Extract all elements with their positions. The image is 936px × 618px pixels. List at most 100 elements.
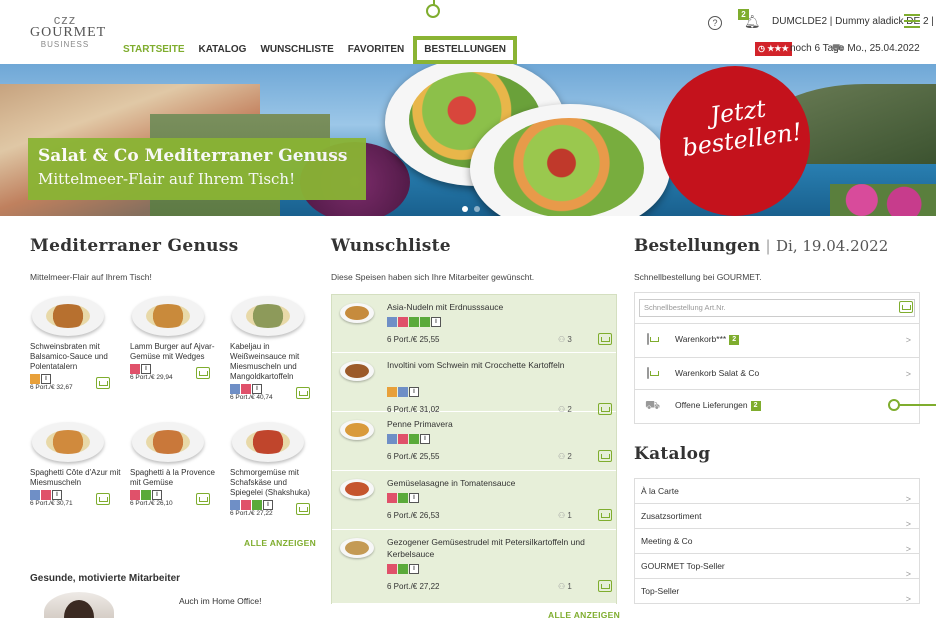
wishlist-item[interactable]: Gemüselasagne in Tomatensauce i 6 Port./€ …	[332, 471, 616, 530]
info-icon[interactable]: i	[52, 490, 62, 500]
info-icon[interactable]: i	[409, 493, 419, 503]
delivery-date[interactable]: ⛟ Mo., 25.04.2022	[832, 43, 920, 56]
product-image[interactable]	[132, 296, 204, 336]
help-icon[interactable]: ?	[708, 16, 722, 30]
catalog-panel: À la Carte > Zusatzsortiment > Meeting & Co >…	[634, 478, 920, 604]
nav-katalog[interactable]: KATALOG	[191, 36, 253, 64]
add-to-cart-icon[interactable]	[296, 387, 310, 399]
add-to-cart-icon[interactable]	[598, 580, 612, 592]
order-row-offene-lieferungen[interactable]: ⛟ Offene Lieferungen 2	[635, 389, 919, 421]
add-to-cart-icon[interactable]	[196, 367, 210, 379]
product-image[interactable]	[32, 296, 104, 336]
deadline-timer-badge: ◷ ★★★	[755, 42, 792, 56]
vote-count: 1	[567, 511, 572, 520]
order-row-label: Warenkorb Salat & Co	[675, 368, 760, 378]
catalog-row[interactable]: GOURMET Top-Seller >	[635, 554, 919, 579]
product-image[interactable]	[232, 422, 304, 462]
catalog-row-label: Top-Seller	[641, 586, 680, 596]
mediterran-show-all-link[interactable]: ALLE ANZEIGEN	[244, 538, 316, 548]
product-name[interactable]: Kabeljau in Weißweinsauce mit Miesmusche…	[230, 342, 322, 382]
wishlist-item[interactable]: Penne Primavera i 6 Port./€ 25,55 ⚇ 2	[332, 412, 616, 471]
carousel-dots	[462, 206, 480, 212]
carousel-dot[interactable]	[474, 206, 480, 212]
add-to-cart-icon[interactable]	[598, 509, 612, 521]
product-image[interactable]	[32, 422, 104, 462]
info-icon[interactable]: i	[409, 387, 419, 397]
catalog-row[interactable]: Zusatzsortiment >	[635, 504, 919, 529]
order-row-warenkorb[interactable]: Warenkorb*** 2 >	[635, 323, 919, 355]
blue-label-icon	[230, 384, 240, 394]
info-icon[interactable]: i	[431, 317, 441, 327]
nav-bestellungen[interactable]: BESTELLUNGEN	[413, 36, 517, 64]
quick-order-cart-icon[interactable]	[899, 301, 913, 313]
info-icon[interactable]: i	[263, 500, 273, 510]
catalog-row[interactable]: Top-Seller >	[635, 579, 919, 604]
hero-banner[interactable]: Jetzt bestellen! Salat & Co Mediterraner…	[0, 64, 936, 216]
info-icon[interactable]: i	[409, 564, 419, 574]
wishlist-item-votes: ⚇ 3	[558, 335, 572, 344]
wishlist-item-name[interactable]: Penne Primavera	[387, 418, 615, 430]
info-icon[interactable]: i	[141, 364, 151, 374]
wishlist-item-name[interactable]: Asia-Nudeln mit Erdnusssauce	[387, 301, 615, 313]
wishlist-item-image	[340, 538, 374, 558]
add-to-cart-icon[interactable]	[196, 493, 210, 505]
allergen-icons: i	[387, 434, 430, 444]
wishlist-item[interactable]: Involtini vom Schwein mit Crocchette Kar…	[332, 353, 616, 415]
product-image[interactable]	[132, 422, 204, 462]
wishlist-item[interactable]: Gezogener Gemüsestrudel mit Petersilkart…	[332, 530, 616, 604]
wishlist-item[interactable]: Asia-Nudeln mit Erdnusssauce i 6 Port./€ 2…	[332, 295, 616, 353]
product-name[interactable]: Schweinsbraten mit Balsamico-Sauce und P…	[30, 342, 122, 372]
catalog-title: Katalog	[634, 444, 711, 464]
product-card[interactable]: Spaghetti à la Provence mit Gemüse i 6 Por…	[130, 422, 222, 507]
product-image[interactable]	[232, 296, 304, 336]
wishlist-item-name[interactable]: Involtini vom Schwein mit Crocchette Kar…	[387, 359, 615, 371]
product-card[interactable]: Spaghetti Côte d'Azur mit Miesmuscheln i 6…	[30, 422, 122, 507]
catalog-row[interactable]: À la Carte >	[635, 479, 919, 504]
wishlist-item-image	[340, 303, 374, 323]
product-name[interactable]: Lamm Burger auf Ajvar-Gemüse mit Wedges	[130, 342, 222, 362]
product-name[interactable]: Schmorgemüse mit Schafskäse und Spiegele…	[230, 468, 322, 498]
product-card[interactable]: Schmorgemüse mit Schafskäse und Spiegele…	[230, 422, 322, 517]
add-to-cart-icon[interactable]	[96, 377, 110, 389]
info-icon[interactable]: i	[252, 384, 262, 394]
catalog-row-label: GOURMET Top-Seller	[641, 561, 725, 571]
green-label-icon	[141, 490, 151, 500]
orders-date: Di, 19.04.2022	[776, 237, 889, 255]
hero-caption-box: Salat & Co Mediterraner Genuss Mittelmee…	[28, 138, 366, 200]
person-icon: ⚇	[558, 452, 568, 461]
carousel-dot-active[interactable]	[462, 206, 468, 212]
product-card[interactable]: Schweinsbraten mit Balsamico-Sauce und P…	[30, 296, 122, 391]
nav-startseite[interactable]: STARTSEITE	[116, 36, 191, 64]
hamburger-menu-icon[interactable]	[904, 14, 920, 28]
add-to-cart-icon[interactable]	[598, 333, 612, 345]
info-icon[interactable]: i	[420, 434, 430, 444]
product-card[interactable]: Lamm Burger auf Ajvar-Gemüse mit Wedges i…	[130, 296, 222, 381]
add-to-cart-icon[interactable]	[296, 503, 310, 515]
info-icon[interactable]: i	[152, 490, 162, 500]
red-label-icon	[387, 493, 397, 503]
red-label-icon	[241, 500, 251, 510]
wishlist-show-all-link[interactable]: ALLE ANZEIGEN	[548, 610, 620, 618]
orange-label-icon	[30, 374, 40, 384]
product-name[interactable]: Spaghetti à la Provence mit Gemüse	[130, 468, 222, 488]
nav-favoriten[interactable]: FAVORITEN	[341, 36, 411, 64]
wishlist-subtitle: Diese Speisen haben sich Ihre Mitarbeite…	[331, 272, 535, 282]
product-card[interactable]: Kabeljau in Weißweinsauce mit Miesmusche…	[230, 296, 322, 401]
add-to-cart-icon[interactable]	[96, 493, 110, 505]
add-to-cart-icon[interactable]	[598, 450, 612, 462]
order-row-label: Warenkorb***	[675, 334, 727, 344]
product-name[interactable]: Spaghetti Côte d'Azur mit Miesmuscheln	[30, 468, 122, 488]
health-text: Auch im Home Office!	[179, 596, 262, 606]
person-icon: ⚇	[558, 582, 568, 591]
wishlist-item-price: 6 Port./€ 25,55	[387, 335, 440, 344]
wishlist-item-name[interactable]: Gezogener Gemüsestrudel mit Petersilkart…	[387, 536, 615, 560]
nav-wunschliste[interactable]: WUNSCHLISTE	[253, 36, 340, 64]
allergen-icons: i	[387, 493, 419, 503]
catalog-row-label: Meeting & Co	[641, 536, 693, 546]
quick-order-input[interactable]: Schnellbestellung Art.Nr.	[639, 299, 915, 317]
gourmet-logo[interactable]: ᴄᴢᴢ GOURMET BUSINESS	[30, 13, 105, 50]
catalog-row[interactable]: Meeting & Co >	[635, 529, 919, 554]
info-icon[interactable]: i	[41, 374, 51, 384]
wishlist-item-name[interactable]: Gemüselasagne in Tomatensauce	[387, 477, 615, 489]
order-row-warenkorb-salat[interactable]: Warenkorb Salat & Co >	[635, 357, 919, 389]
